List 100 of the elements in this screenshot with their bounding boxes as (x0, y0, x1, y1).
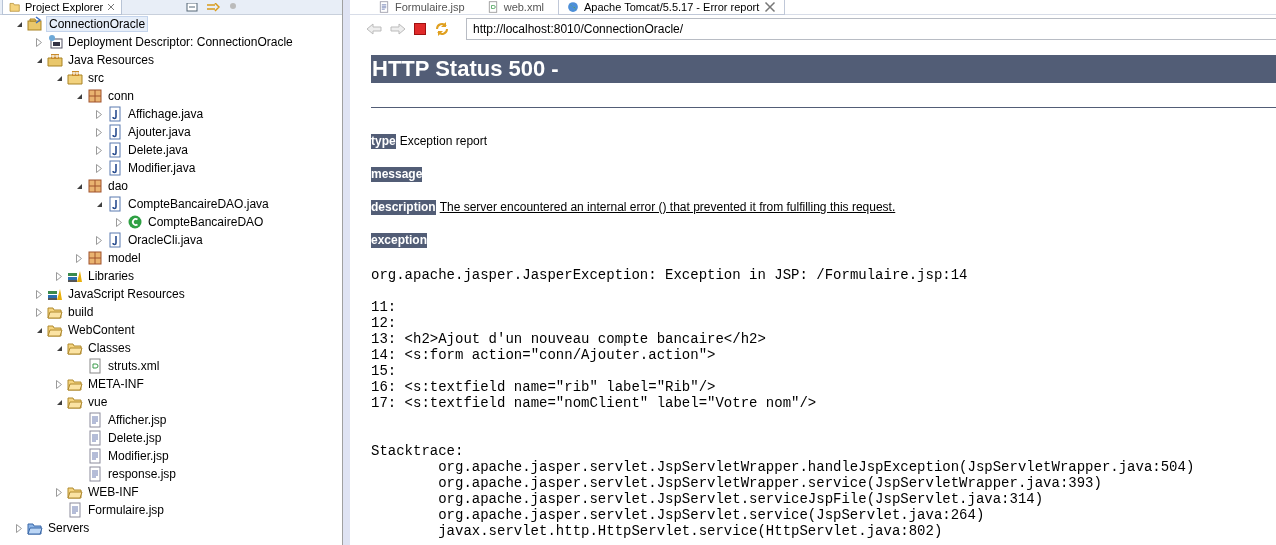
field-text: The server encountered an internal error () that prevented it from fulfilling this request. (439, 200, 896, 215)
tree-item[interactable]: Modifier.jsp (106, 448, 171, 464)
collapsed-arrow-icon[interactable] (56, 271, 62, 281)
expanded-arrow-icon[interactable] (55, 344, 63, 352)
source-folder-icon (67, 70, 83, 86)
collapsed-arrow-icon[interactable] (116, 217, 122, 227)
url-field[interactable]: http://localhost:8010/ConnectionOracle/ (466, 18, 1276, 40)
tree-item[interactable]: Java Resources (66, 52, 157, 68)
tree-item[interactable]: WebContent (66, 322, 137, 338)
folder-icon (27, 520, 43, 536)
tree-item[interactable]: vue (86, 394, 110, 410)
close-icon[interactable] (764, 1, 777, 13)
source-line: 11: (371, 299, 398, 315)
tree-item[interactable]: JavaScript Resources (66, 286, 187, 302)
tree-item[interactable]: dao (106, 178, 131, 194)
tree-item[interactable]: Formulaire.jsp (86, 502, 167, 518)
class-icon (127, 214, 143, 230)
tree-item[interactable]: WEB-INF (86, 484, 141, 500)
tree-item[interactable]: Deployment Descriptor: ConnectionOracle (66, 34, 295, 50)
tree-item[interactable]: response.jsp (106, 466, 179, 482)
tree-item[interactable]: META-INF (86, 376, 146, 392)
close-icon[interactable] (107, 2, 116, 11)
editor-tab[interactable]: Formulaire.jsp (370, 0, 473, 14)
collapsed-arrow-icon[interactable] (36, 37, 42, 47)
document-icon (87, 448, 103, 464)
expanded-arrow-icon[interactable] (95, 200, 103, 208)
source-line: 13: <h2>Ajout d'un nouveau compte bancaire</h2> (371, 331, 767, 347)
collapse-all-icon[interactable] (186, 2, 199, 12)
collapsed-arrow-icon[interactable] (96, 109, 102, 119)
descriptor-icon (47, 34, 63, 50)
collapsed-arrow-icon[interactable] (76, 253, 82, 263)
tree-item[interactable]: Delete.jsp (106, 430, 164, 446)
collapsed-arrow-icon[interactable] (56, 379, 62, 389)
collapsed-arrow-icon[interactable] (96, 145, 102, 155)
xml-file-icon (486, 1, 499, 13)
tree-item[interactable]: Affichage.java (126, 106, 206, 122)
field-label: description (371, 200, 436, 215)
collapsed-arrow-icon[interactable] (96, 235, 102, 245)
collapsed-arrow-icon[interactable] (16, 523, 22, 533)
folder-icon (47, 322, 63, 338)
folder-icon (47, 304, 63, 320)
stack-frame: javax.servlet.http.HttpServlet.service(HttpServlet.java:802) (371, 523, 1276, 539)
package-icon (87, 178, 103, 194)
tree-item[interactable]: model (106, 250, 143, 266)
expanded-arrow-icon[interactable] (55, 74, 63, 82)
field-label: message (371, 167, 423, 182)
link-arrows-icon[interactable] (206, 2, 221, 12)
expanded-arrow-icon[interactable] (75, 182, 83, 190)
forward-arrow-icon[interactable] (390, 23, 406, 35)
page-heading: HTTP Status 500 - (371, 55, 1276, 83)
exception-line: org.apache.jasper.JasperException: Exception in JSP: /Formulaire.jsp:14 (371, 267, 969, 283)
source-line: 14: <s:form action="conn/Ajouter.action"> (371, 347, 717, 363)
expanded-arrow-icon[interactable] (75, 92, 83, 100)
package-icon (87, 250, 103, 266)
package-icon (87, 88, 103, 104)
globe-icon (567, 1, 580, 13)
source-line: 12: (371, 315, 398, 331)
view-title: Project Explorer (25, 0, 104, 13)
collapsed-arrow-icon[interactable] (96, 127, 102, 137)
field-text: Exception report (399, 134, 488, 149)
tree-item[interactable]: CompteBancaireDAO.java (126, 196, 271, 212)
tree-item[interactable]: Servers (46, 520, 92, 536)
stop-icon[interactable] (414, 23, 426, 35)
tree-item[interactable]: CompteBancaireDAO (146, 214, 266, 230)
java-file-icon (107, 232, 123, 248)
java-file-icon (107, 124, 123, 140)
folder-icon (9, 1, 21, 12)
tree-item[interactable]: Modifier.java (126, 160, 198, 176)
editor-tab[interactable]: web.xml (478, 0, 553, 14)
view-tab[interactable]: Project Explorer (2, 0, 123, 15)
expanded-arrow-icon[interactable] (15, 20, 23, 28)
stack-frame: org.apache.jasper.servlet.JspServletWrapper.handleJspException(JspServletWrapper.java:504) (371, 459, 1276, 475)
tree-item[interactable]: Ajouter.java (126, 124, 193, 140)
expanded-arrow-icon[interactable] (35, 326, 43, 334)
editor-tab[interactable]: Apache Tomcat/5.5.17 - Error report (558, 0, 786, 15)
tree-item[interactable]: Classes (86, 340, 133, 356)
folder-icon (67, 484, 83, 500)
collapsed-arrow-icon[interactable] (96, 163, 102, 173)
tree-item[interactable]: Libraries (86, 268, 137, 284)
tree-item[interactable]: OracleCli.java (126, 232, 205, 248)
xml-file-icon (87, 358, 103, 374)
collapsed-arrow-icon[interactable] (36, 289, 42, 299)
tree-item[interactable]: Delete.java (126, 142, 191, 158)
tree-item[interactable]: src (86, 70, 106, 86)
tree-item[interactable]: Afficher.jsp (106, 412, 169, 428)
stack-frame: org.apache.jasper.servlet.JspServlet.service(JspServlet.java:264) (371, 507, 1276, 523)
tree-item[interactable]: struts.xml (106, 358, 162, 374)
collapsed-arrow-icon[interactable] (56, 487, 62, 497)
java-file-icon (107, 106, 123, 122)
stack-frame: org.apache.jasper.servlet.JspServlet.serviceJspFile(JspServlet.java:314) (371, 491, 1276, 507)
expanded-arrow-icon[interactable] (55, 398, 63, 406)
expanded-arrow-icon[interactable] (35, 56, 43, 64)
collapsed-arrow-icon[interactable] (36, 307, 42, 317)
tree-item[interactable]: conn (106, 88, 137, 104)
tree-item[interactable]: build (66, 304, 96, 320)
back-arrow-icon[interactable] (366, 23, 382, 35)
refresh-icon[interactable] (434, 21, 450, 37)
tree-item[interactable]: ConnectionOracle (46, 16, 149, 32)
source-line: 17: <s:textfield name="nomClient" label="Votre nom"/> (371, 395, 818, 411)
document-icon (87, 466, 103, 482)
